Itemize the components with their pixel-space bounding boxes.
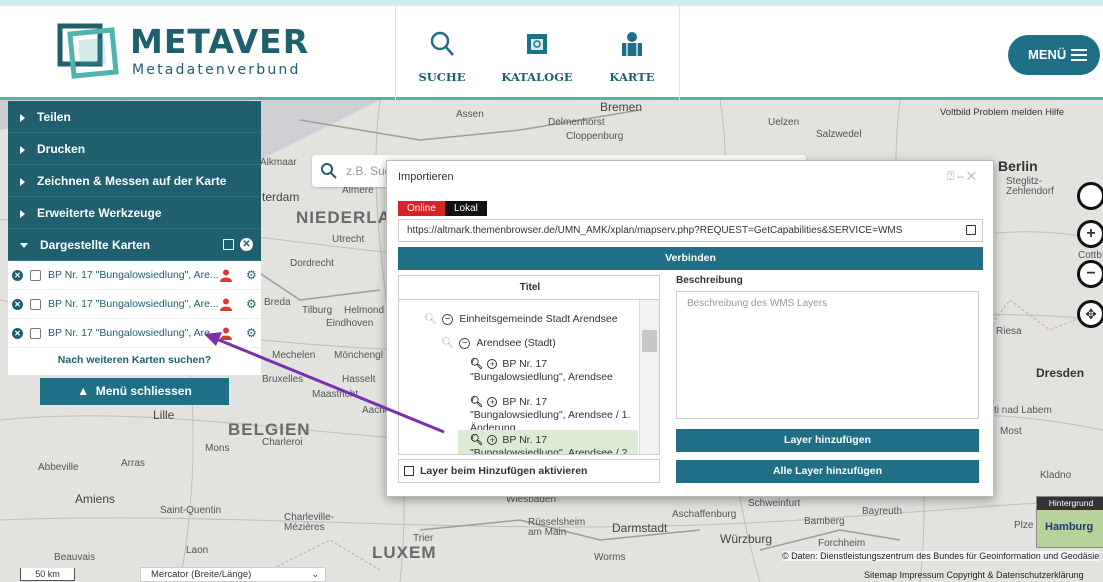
scale-bar: 50 km bbox=[20, 568, 75, 581]
map-attribution: © Daten: Dienstleistungszentrum des Bund… bbox=[782, 551, 1100, 561]
background-caption: Hintergrund bbox=[1037, 497, 1103, 510]
background-city: Hamburg bbox=[1045, 521, 1094, 533]
projection-value: Mercator (Breite/Länge) bbox=[151, 569, 252, 580]
footer-links[interactable]: Sitemap Impressum Copyright & Datenschut… bbox=[864, 570, 1084, 580]
background-map-switcher[interactable]: Hintergrund Hamburg bbox=[1036, 496, 1103, 548]
projection-select[interactable]: Mercator (Breite/Länge) ⌄ bbox=[140, 567, 326, 582]
annotation-arrow bbox=[204, 332, 445, 434]
chevron-down-icon: ⌄ bbox=[311, 569, 319, 579]
